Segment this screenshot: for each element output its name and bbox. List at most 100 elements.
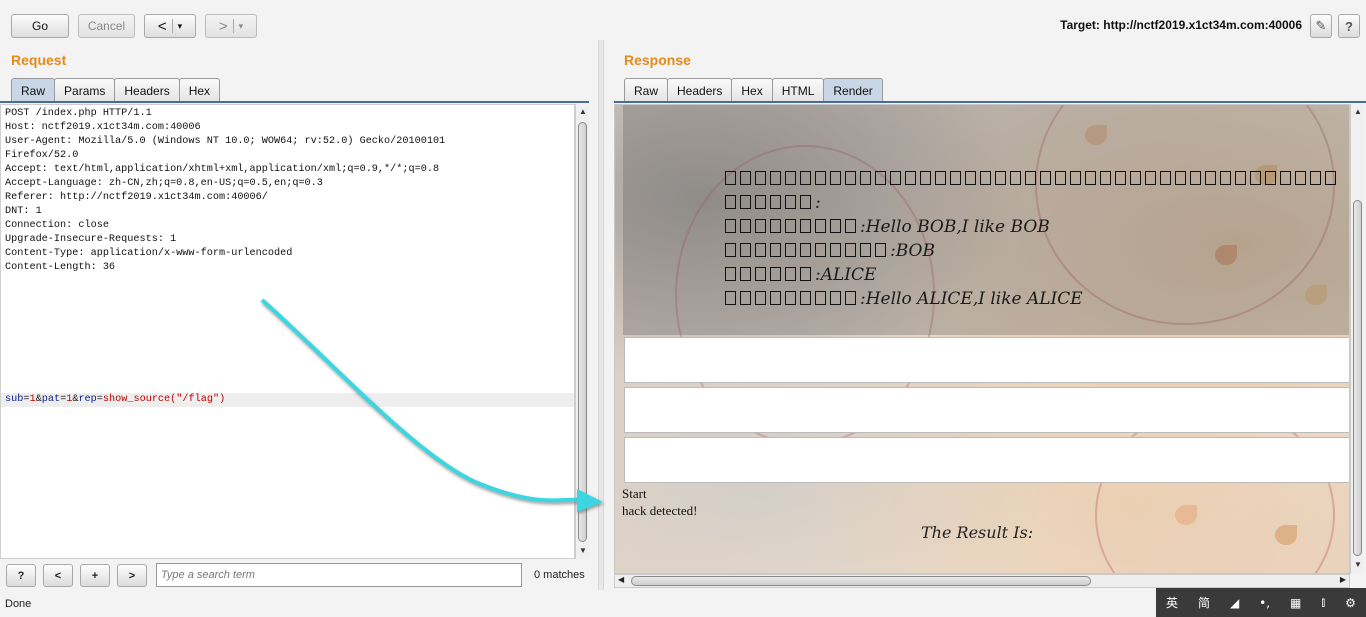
tab-html[interactable]: HTML <box>771 78 825 102</box>
missing-glyph-box <box>725 267 736 281</box>
missing-glyph-box <box>1190 171 1201 185</box>
missing-glyph-box <box>860 243 871 257</box>
missing-glyph-box <box>1295 171 1306 185</box>
tab-headers[interactable]: Headers <box>667 78 733 102</box>
missing-glyph-box <box>770 267 781 281</box>
search-input[interactable] <box>156 563 522 587</box>
prev-icon: < <box>54 569 62 582</box>
request-scroll-thumb[interactable] <box>578 122 587 542</box>
tab-hex[interactable]: Hex <box>178 78 221 102</box>
missing-glyph-box <box>1265 171 1276 185</box>
missing-glyph-box <box>725 291 736 305</box>
scroll-down-icon[interactable]: ▼ <box>579 546 587 555</box>
missing-glyph-box <box>845 219 856 233</box>
ime-simplified-icon[interactable]: 简 <box>1198 594 1210 611</box>
missing-glyph-box <box>800 195 811 209</box>
missing-glyph-box <box>830 171 841 185</box>
ime-layout-icon[interactable]: ⫾ <box>1321 595 1325 610</box>
back-button[interactable]: < ▾ <box>144 14 196 38</box>
tab-raw[interactable]: Raw <box>11 78 56 102</box>
render-view: : :Hello BOB,I like BOB :BOB :ALICE :Hel… <box>614 104 1350 574</box>
tab-render[interactable]: Render <box>823 78 883 102</box>
missing-glyph-box <box>905 171 916 185</box>
match-count: 0 matches <box>534 569 585 581</box>
missing-glyph-box <box>800 243 811 257</box>
missing-glyph-box <box>755 267 766 281</box>
body-value: 1 <box>66 394 73 405</box>
missing-glyph-box <box>1175 171 1186 185</box>
missing-glyph-box <box>815 291 826 305</box>
search-prev-button[interactable]: < <box>43 564 73 587</box>
missing-glyph-box <box>815 171 826 185</box>
forward-dropdown-icon: ▾ <box>238 20 244 31</box>
tab-params[interactable]: Params <box>54 78 116 102</box>
missing-glyph-box <box>995 171 1006 185</box>
missing-glyph-box <box>770 171 781 185</box>
response-title: Response <box>624 52 691 68</box>
missing-glyph-box <box>1220 171 1231 185</box>
plus-icon: + <box>91 569 99 582</box>
tab-hex[interactable]: Hex <box>731 78 773 102</box>
body-value: show_source("/flag") <box>102 394 226 405</box>
missing-glyph-box <box>725 171 736 185</box>
missing-glyph-box <box>890 171 901 185</box>
help-icon: ? <box>17 569 25 582</box>
background-leaf <box>1275 525 1297 545</box>
ime-settings-icon[interactable]: ⚙ <box>1345 596 1356 610</box>
request-headers-text: POST /index.php HTTP/1.1 Host: nctf2019.… <box>5 108 446 273</box>
search-help-button[interactable]: ? <box>6 564 36 587</box>
request-scrollbar[interactable]: ▲ ▼ <box>575 104 589 559</box>
missing-glyph-box <box>785 267 796 281</box>
missing-glyph-box <box>740 219 751 233</box>
render-input-pat[interactable] <box>624 387 1349 433</box>
missing-glyph-box <box>845 243 856 257</box>
help-button[interactable]: ? <box>1338 14 1360 38</box>
render-line <box>725 169 1340 189</box>
missing-glyph-box <box>845 171 856 185</box>
go-label: Go <box>31 19 48 33</box>
forward-arrow-icon: > <box>218 17 228 35</box>
cancel-button[interactable]: Cancel <box>78 14 135 38</box>
missing-glyph-box <box>815 219 826 233</box>
missing-glyph-box <box>755 171 766 185</box>
scroll-left-icon[interactable]: ◀ <box>618 575 624 584</box>
missing-glyph-box <box>1070 171 1081 185</box>
missing-glyph-box <box>950 171 961 185</box>
ime-punctuation-icon[interactable]: •, <box>1259 596 1270 610</box>
missing-glyph-box <box>740 195 751 209</box>
render-input-sub[interactable] <box>624 337 1349 383</box>
scroll-down-icon[interactable]: ▼ <box>1354 560 1362 569</box>
scroll-up-icon[interactable]: ▲ <box>1354 107 1362 116</box>
missing-glyph-box <box>1040 171 1051 185</box>
missing-glyph-box <box>785 291 796 305</box>
scroll-up-icon[interactable]: ▲ <box>579 107 587 116</box>
target-label: Target: http://nctf2019.x1ct34m.com:4000… <box>1060 18 1302 32</box>
ime-english-icon[interactable]: 英 <box>1166 594 1178 611</box>
search-next-button[interactable]: > <box>117 564 147 587</box>
ime-keyboard-icon[interactable]: ▦ <box>1290 596 1301 610</box>
back-arrow-icon: < <box>157 17 167 35</box>
missing-glyph-box <box>1145 171 1156 185</box>
render-input-rep[interactable] <box>624 437 1349 483</box>
tab-headers[interactable]: Headers <box>114 78 180 102</box>
go-button[interactable]: Go <box>11 14 69 38</box>
render-line: :Hello ALICE,I like ALICE <box>725 289 1083 309</box>
hack-detected-text: hack detected! <box>622 503 698 518</box>
missing-glyph-box <box>980 171 991 185</box>
missing-glyph-box <box>800 267 811 281</box>
tab-raw[interactable]: Raw <box>624 78 669 102</box>
request-editor[interactable]: POST /index.php HTTP/1.1 Host: nctf2019.… <box>0 104 575 559</box>
response-scrollbar[interactable]: ▲ ▼ <box>1350 104 1364 574</box>
panel-splitter[interactable] <box>598 40 604 590</box>
forward-button[interactable]: > ▾ <box>205 14 257 38</box>
response-hscroll-thumb[interactable] <box>631 576 1091 586</box>
missing-glyph-box <box>725 243 736 257</box>
missing-glyph-box <box>1100 171 1111 185</box>
edit-target-button[interactable]: ✎ <box>1310 14 1332 38</box>
response-scroll-thumb[interactable] <box>1353 200 1362 556</box>
search-add-button[interactable]: + <box>80 564 110 587</box>
scroll-right-icon[interactable]: ▶ <box>1340 575 1346 584</box>
next-icon: > <box>128 569 136 582</box>
response-hscrollbar[interactable]: ◀ ▶ <box>614 574 1350 588</box>
ime-brush-icon[interactable]: ◢ <box>1230 596 1239 610</box>
